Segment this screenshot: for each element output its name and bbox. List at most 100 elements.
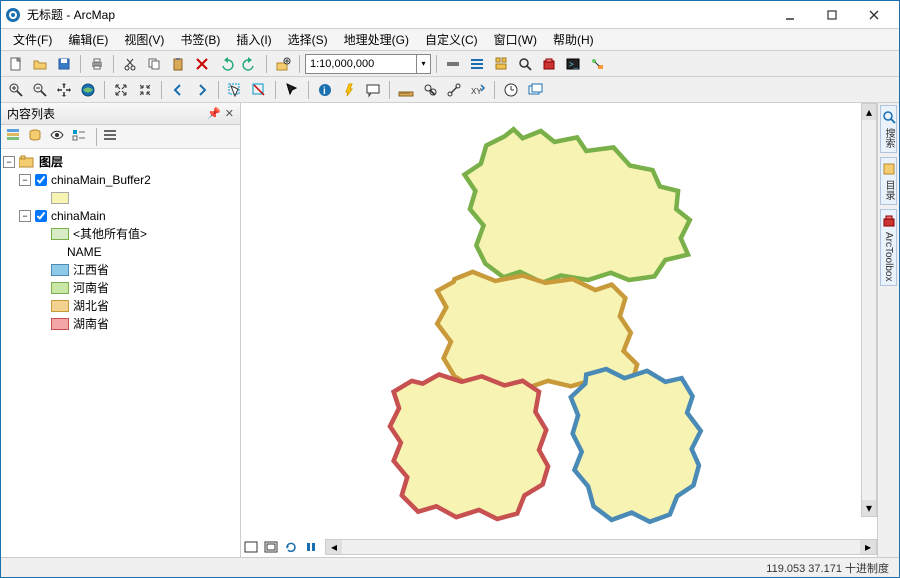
toc-button[interactable] [466, 53, 488, 75]
class-label: 江西省 [73, 262, 109, 278]
print-button[interactable] [86, 53, 108, 75]
editor-toolbar-button[interactable] [442, 53, 464, 75]
toc-panel: 内容列表 📌 ✕ − 图层 − chinaMain_Buffer2 [1, 103, 241, 557]
python-button[interactable]: >_ [562, 53, 584, 75]
hyperlink-button[interactable] [338, 79, 360, 101]
tray-catalog[interactable]: 目录 [880, 157, 897, 205]
toc-list-by-visibility[interactable] [49, 127, 69, 147]
scroll-right-icon[interactable]: ▸ [860, 540, 876, 554]
arctoolbox-button[interactable] [538, 53, 560, 75]
create-viewer-button[interactable] [524, 79, 546, 101]
layer-visibility-checkbox[interactable] [35, 174, 47, 186]
tree-class-hubei[interactable]: 湖北省 [3, 297, 238, 315]
refresh-button[interactable] [282, 539, 300, 555]
toc-list-by-source[interactable] [27, 127, 47, 147]
class-label: 湖南省 [73, 316, 109, 332]
tree-class-henan[interactable]: 河南省 [3, 279, 238, 297]
horizontal-scrollbar[interactable]: ◂ ▸ [325, 539, 877, 555]
map-feature-henan[interactable] [464, 129, 689, 283]
menu-file[interactable]: 文件(F) [5, 29, 60, 50]
copy-button[interactable] [143, 53, 165, 75]
search-button[interactable] [514, 53, 536, 75]
expand-icon[interactable]: − [3, 156, 15, 168]
select-elements-button[interactable] [281, 79, 303, 101]
forward-extent-button[interactable] [191, 79, 213, 101]
pan-button[interactable] [53, 79, 75, 101]
fixed-zoom-in-button[interactable] [110, 79, 132, 101]
identify-button[interactable]: i [314, 79, 336, 101]
menu-bookmarks[interactable]: 书签(B) [172, 29, 228, 50]
maximize-button[interactable] [811, 3, 853, 27]
scale-combo[interactable]: ▾ [305, 54, 431, 74]
close-button[interactable] [853, 3, 895, 27]
map-canvas[interactable]: ▴ ▾ [241, 103, 877, 537]
tree-field-name[interactable]: NAME [3, 243, 238, 261]
full-extent-button[interactable] [77, 79, 99, 101]
modelbuilder-button[interactable] [586, 53, 608, 75]
goto-xy-button[interactable]: XY [467, 79, 489, 101]
save-button[interactable] [53, 53, 75, 75]
add-data-button[interactable] [272, 53, 294, 75]
tray-arctoolbox[interactable]: ArcToolbox [880, 209, 897, 286]
html-popup-button[interactable] [362, 79, 384, 101]
measure-button[interactable] [395, 79, 417, 101]
scale-dropdown[interactable]: ▾ [416, 55, 430, 73]
catalog-button[interactable] [490, 53, 512, 75]
layout-view-button[interactable] [262, 539, 280, 555]
paste-button[interactable] [167, 53, 189, 75]
menu-insert[interactable]: 插入(I) [228, 29, 279, 50]
expand-icon[interactable]: − [19, 174, 31, 186]
tree-class-hunan[interactable]: 湖南省 [3, 315, 238, 333]
tree-layer-chinamain[interactable]: − chinaMain [3, 207, 238, 225]
map-view: ▴ ▾ ◂ ▸ [241, 103, 877, 557]
minimize-button[interactable] [769, 3, 811, 27]
fixed-zoom-out-button[interactable] [134, 79, 156, 101]
scroll-up-icon[interactable]: ▴ [862, 104, 876, 120]
window-title: 无标题 - ArcMap [27, 6, 769, 23]
scale-input[interactable] [306, 55, 416, 73]
cut-button[interactable] [119, 53, 141, 75]
find-button[interactable] [419, 79, 441, 101]
toc-list-by-selection[interactable] [71, 127, 91, 147]
redo-button[interactable] [239, 53, 261, 75]
toc-close-icon[interactable]: ✕ [225, 107, 234, 120]
field-name-label: NAME [67, 244, 102, 260]
menu-view[interactable]: 视图(V) [116, 29, 172, 50]
time-slider-button[interactable] [500, 79, 522, 101]
menu-help[interactable]: 帮助(H) [545, 29, 602, 50]
clear-selection-button[interactable] [248, 79, 270, 101]
zoom-in-button[interactable] [5, 79, 27, 101]
find-route-button[interactable] [443, 79, 465, 101]
map-feature-hunan[interactable] [390, 375, 548, 519]
menu-window[interactable]: 窗口(W) [486, 29, 545, 50]
tree-heading-allother[interactable]: <其他所有值> [3, 225, 238, 243]
map-feature-jiangxi[interactable] [571, 369, 701, 522]
menu-geoprocessing[interactable]: 地理处理(G) [336, 29, 417, 50]
back-extent-button[interactable] [167, 79, 189, 101]
layer-visibility-checkbox[interactable] [35, 210, 47, 222]
data-view-button[interactable] [242, 539, 260, 555]
expand-icon[interactable]: − [19, 210, 31, 222]
scroll-down-icon[interactable]: ▾ [862, 500, 876, 516]
menu-selection[interactable]: 选择(S) [280, 29, 336, 50]
select-features-button[interactable] [224, 79, 246, 101]
vertical-scrollbar[interactable]: ▴ ▾ [861, 103, 877, 517]
standard-toolbar: ▾ >_ [1, 51, 899, 77]
menu-edit[interactable]: 编辑(E) [60, 29, 116, 50]
pause-drawing-button[interactable] [302, 539, 320, 555]
zoom-out-button[interactable] [29, 79, 51, 101]
toc-options[interactable] [102, 127, 122, 147]
menu-customize[interactable]: 自定义(C) [417, 29, 486, 50]
open-button[interactable] [29, 53, 51, 75]
undo-button[interactable] [215, 53, 237, 75]
delete-button[interactable] [191, 53, 213, 75]
toc-pin-icon[interactable]: 📌 [207, 107, 221, 120]
new-button[interactable] [5, 53, 27, 75]
tree-layer-buffer[interactable]: − chinaMain_Buffer2 [3, 171, 238, 189]
tree-class-jiangxi[interactable]: 江西省 [3, 261, 238, 279]
tree-dataframe[interactable]: − 图层 [3, 153, 238, 171]
toc-list-by-drawing-order[interactable] [5, 127, 25, 147]
tree-symbol-buffer[interactable] [3, 189, 238, 207]
scroll-left-icon[interactable]: ◂ [326, 540, 342, 554]
tray-search[interactable]: 搜索 [880, 105, 897, 153]
